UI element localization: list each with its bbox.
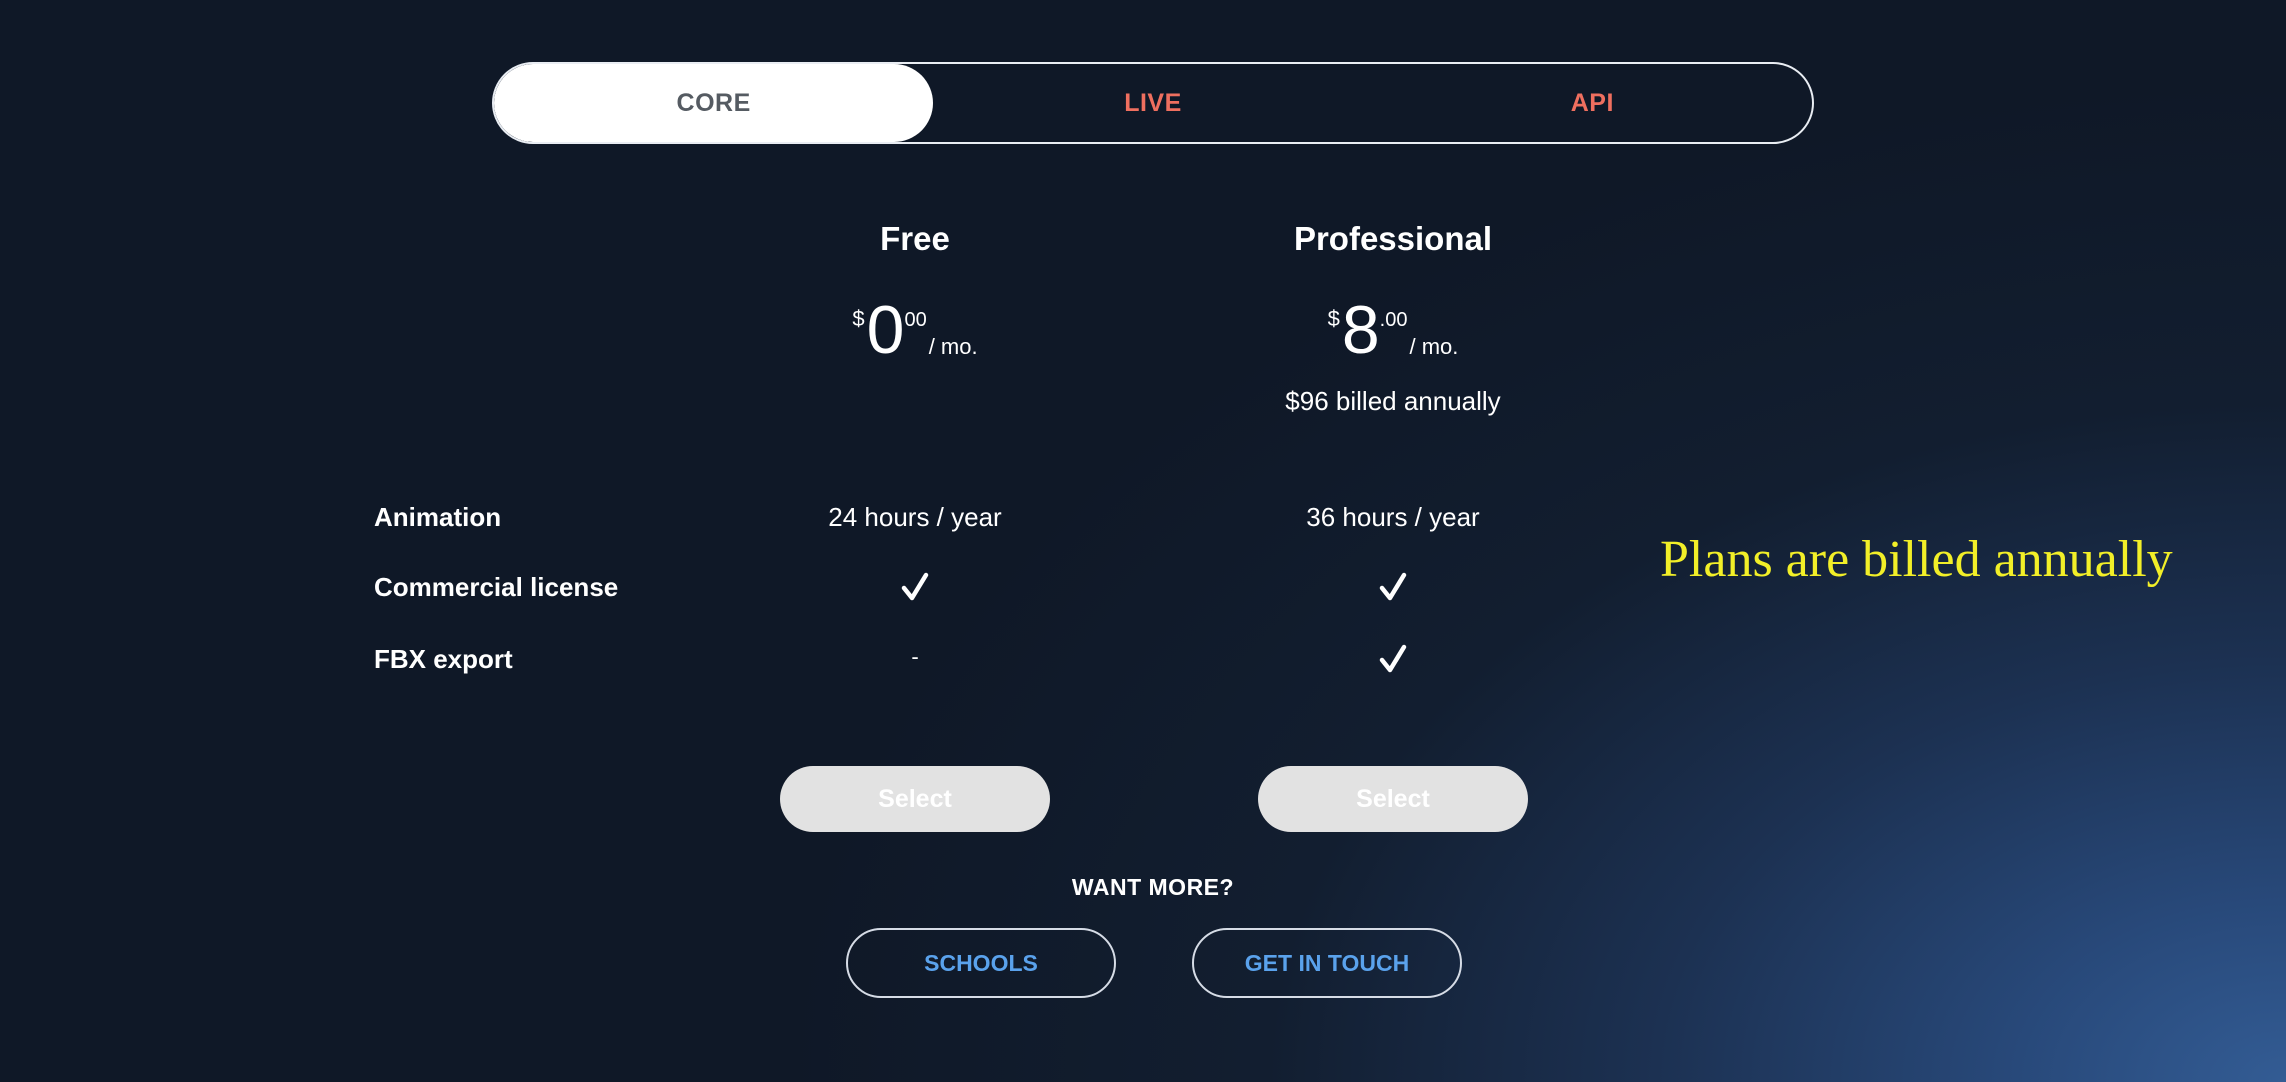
feature-label-fbx-export: FBX export	[374, 644, 513, 674]
select-professional-button[interactable]: Select	[1258, 766, 1528, 832]
price-period: / mo.	[1409, 334, 1459, 359]
feature-value-professional	[1213, 572, 1573, 609]
tab-api[interactable]: API	[1373, 64, 1812, 142]
check-icon	[1379, 644, 1407, 674]
feature-value-free	[735, 572, 1095, 609]
price-amount: 8	[1341, 292, 1380, 368]
billing-overlay-note: Plans are billed annually	[1660, 531, 2173, 588]
plan-name: Free	[880, 220, 950, 257]
feature-value-professional	[1213, 644, 1573, 681]
plan-price: $ 8 .00 / mo.	[1213, 296, 1573, 364]
plan-price: $ 0 00 / mo.	[735, 296, 1095, 364]
price-currency: $	[1327, 306, 1340, 331]
select-free-button[interactable]: Select	[780, 766, 1050, 832]
price-cents: .00	[1379, 309, 1408, 331]
tab-core[interactable]: CORE	[494, 64, 934, 142]
price-period: / mo.	[928, 334, 978, 359]
schools-button[interactable]: SCHOOLS	[846, 928, 1116, 998]
price-cents: 00	[904, 309, 927, 331]
feature-value-free: -	[911, 644, 919, 669]
tab-live[interactable]: LIVE	[933, 64, 1372, 142]
feature-label-animation: Animation	[374, 502, 502, 532]
billing-note: $96 billed annually	[1285, 386, 1501, 416]
want-more-text: WANT MORE?	[1071, 874, 1235, 900]
plan-name: Professional	[1293, 220, 1493, 257]
check-icon	[1379, 572, 1407, 602]
want-more-heading: WANT MORE?	[0, 874, 2286, 901]
feature-value-professional: 36 hours / year	[1306, 502, 1480, 532]
product-tabs: CORE LIVE API	[492, 62, 1814, 144]
price-currency: $	[852, 306, 865, 331]
feature-value-free: 24 hours / year	[828, 502, 1002, 532]
check-icon	[901, 572, 929, 602]
feature-label-commercial-license: Commercial license	[374, 572, 619, 602]
get-in-touch-button[interactable]: GET IN TOUCH	[1192, 928, 1462, 998]
